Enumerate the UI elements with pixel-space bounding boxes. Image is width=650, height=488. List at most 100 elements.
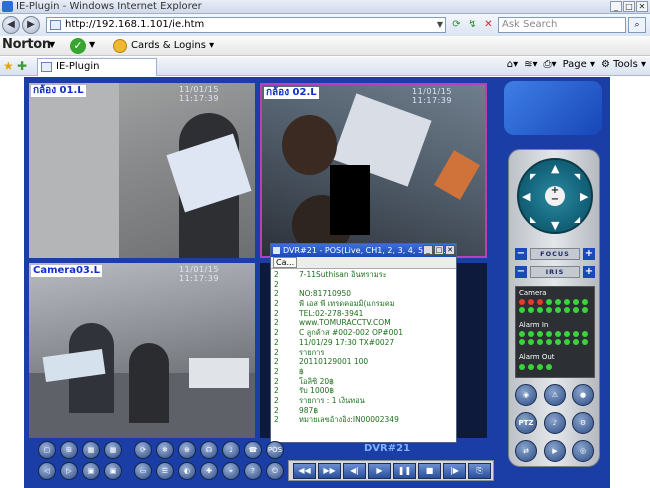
check-icon[interactable]: ✓ [70,38,86,54]
arrow-down-right-icon[interactable]: ◢ [574,214,580,225]
exit-button[interactable]: ⏻ [266,462,284,480]
help-button[interactable]: ? [244,462,262,480]
ptz-button[interactable]: PTZ [515,412,537,434]
norton-logo[interactable]: Norton [2,37,51,52]
arrow-up-left-icon[interactable]: ◤ [530,171,536,182]
pos-line: 2 รายการ : 1 เงินทอน [271,396,457,406]
tools-menu[interactable]: ⚙ Tools ▾ [601,59,646,70]
feeds-icon[interactable]: ≋▾ [524,59,537,70]
next-page-button[interactable]: ▷ [60,462,78,480]
focus-minus-button[interactable]: − [515,248,527,260]
rewind-button[interactable]: ◀◀ [293,463,316,479]
audio-button[interactable]: ♪ [544,412,566,434]
camera-view-1[interactable]: กล้อง 01.L 11/01/15 11:17:39 [29,83,255,258]
led [528,307,534,313]
play-button[interactable]: ▶ [368,463,391,479]
refresh-icon[interactable]: ⟳ [449,18,464,32]
compat-icon[interactable]: ↯ [465,18,480,32]
focus-plus-button[interactable]: + [583,248,595,260]
page-4-button[interactable]: ▣ [104,462,122,480]
pos-line-text: 20110129001 100 [299,357,369,367]
freeze-button[interactable]: ❄ [156,441,174,459]
arrow-down-left-icon[interactable]: ◣ [530,214,536,225]
map-button[interactable]: ⌖ [222,462,240,480]
forward-button[interactable]: ▶ [22,16,40,34]
list-button[interactable]: ☰ [156,462,174,480]
talk-button[interactable]: ☎ [244,441,262,459]
pos-toolbar-button[interactable]: Ca... [273,257,298,268]
snapshot-button[interactable]: ◉ [515,384,537,406]
settings-button[interactable]: ⚙ [572,412,594,434]
close-button[interactable]: ✕ [636,1,648,12]
page-3-button[interactable]: ▣ [82,462,100,480]
pos-button[interactable]: POS [266,441,284,459]
ptz-preset-button[interactable]: ✚ [200,462,218,480]
search-input[interactable]: Ask Search [498,17,626,33]
search-icon[interactable]: ⌕ [628,17,646,33]
monitor-button[interactable]: ▭ [134,462,152,480]
sequence-button[interactable]: ⟳ [134,441,152,459]
step-back-button[interactable]: ◀| [343,463,366,479]
address-input[interactable]: http://192.168.1.101/ie.htm ▼ [46,17,446,33]
led [546,331,552,337]
layout-1-button[interactable]: ▢ [38,441,56,459]
layout-4-button[interactable]: ⊞ [60,441,78,459]
prev-page-button[interactable]: ◁ [38,462,56,480]
microphone-icon[interactable]: ♩ [222,441,240,459]
chevron-down-icon[interactable]: ▼ [49,40,55,49]
stop-button[interactable]: ■ [418,463,441,479]
iris-minus-button[interactable]: − [515,266,527,278]
page-menu[interactable]: Page ▾ [563,59,595,70]
alarm-button[interactable]: ⚠ [544,384,566,406]
maximize-button[interactable]: □ [623,1,635,12]
camera-timestamp: 11/01/15 11:17:39 [179,265,219,283]
playback-button[interactable]: ▶ [544,440,566,462]
arrow-left-icon[interactable]: ◀ [522,191,530,202]
pos-close-button[interactable]: ✕ [445,245,455,255]
pause-button[interactable]: ❚❚ [393,463,416,479]
favorites-star-icon[interactable]: ★ [3,59,14,73]
pos-line-text: 987฿ [299,405,319,415]
pos-minimize-button[interactable]: _ [423,245,433,255]
arrow-up-right-icon[interactable]: ◥ [574,171,580,182]
pos-maximize-button[interactable]: □ [434,245,444,255]
minimize-button[interactable]: _ [610,1,622,12]
record-button[interactable]: ● [572,384,594,406]
globe-button[interactable]: ◎ [572,440,594,462]
home-icon[interactable]: ⌂▾ [507,59,518,70]
pos-title-bar[interactable]: DVR#21 - POS(Live, CH1, 2, 3, 4, 5, 6, .… [271,244,456,257]
print-icon[interactable]: ⎙▾ [544,59,557,70]
tab-ie-plugin[interactable]: IE-Plugin [37,58,157,76]
zoom-button[interactable]: ⊕ [178,441,196,459]
led [555,331,561,337]
arrow-right-icon[interactable]: ▶ [580,191,588,202]
led [528,364,534,370]
camera-view-2[interactable]: กล้อง 02.L 11/01/15 11:17:39 [260,83,487,258]
stop-icon[interactable]: ✕ [481,18,496,32]
zoom-center-button[interactable]: + − [545,186,565,206]
layout-16-button[interactable]: ▦ [104,441,122,459]
headphone-icon[interactable]: ☊ [200,441,218,459]
export-button[interactable]: ⎘ [468,463,491,479]
chevron-down-icon[interactable]: ▼ [89,40,95,49]
pos-line-channel: 2 [274,395,279,405]
camera-view-3[interactable]: Camera03.L 11/01/15 11:17:39 [29,263,255,438]
step-forward-button[interactable]: |▶ [443,463,466,479]
add-favorites-icon[interactable]: ✚ [17,59,27,73]
pos-window[interactable]: DVR#21 - POS(Live, CH1, 2, 3, 4, 5, 6, .… [270,243,457,443]
chevron-down-icon[interactable]: ▼ [437,18,443,32]
audio-output-button[interactable]: ◐ [178,462,196,480]
arrow-up-icon[interactable]: ▲ [551,163,559,174]
camera-timestamp: 11/01/15 11:17:39 [179,85,219,103]
url-text: http://192.168.1.101/ie.htm [65,19,205,30]
back-button[interactable]: ◀ [2,16,20,34]
fast-forward-button[interactable]: ▶▶ [318,463,341,479]
iris-plus-button[interactable]: + [583,266,595,278]
layout-9-button[interactable]: ▦ [82,441,100,459]
ptz-joystick[interactable]: ▲ ▼ ◀ ▶ ◤ ◥ ◣ ◢ + − [517,158,593,234]
arrow-down-icon[interactable]: ▼ [551,220,559,231]
led [582,331,588,337]
network-button[interactable]: ⇄ [515,440,537,462]
pos-line-text: C ลูกค้าส #002-002 OP#001 [299,328,403,338]
cards-logins-button[interactable]: Cards & Logins ▾ [113,38,214,54]
